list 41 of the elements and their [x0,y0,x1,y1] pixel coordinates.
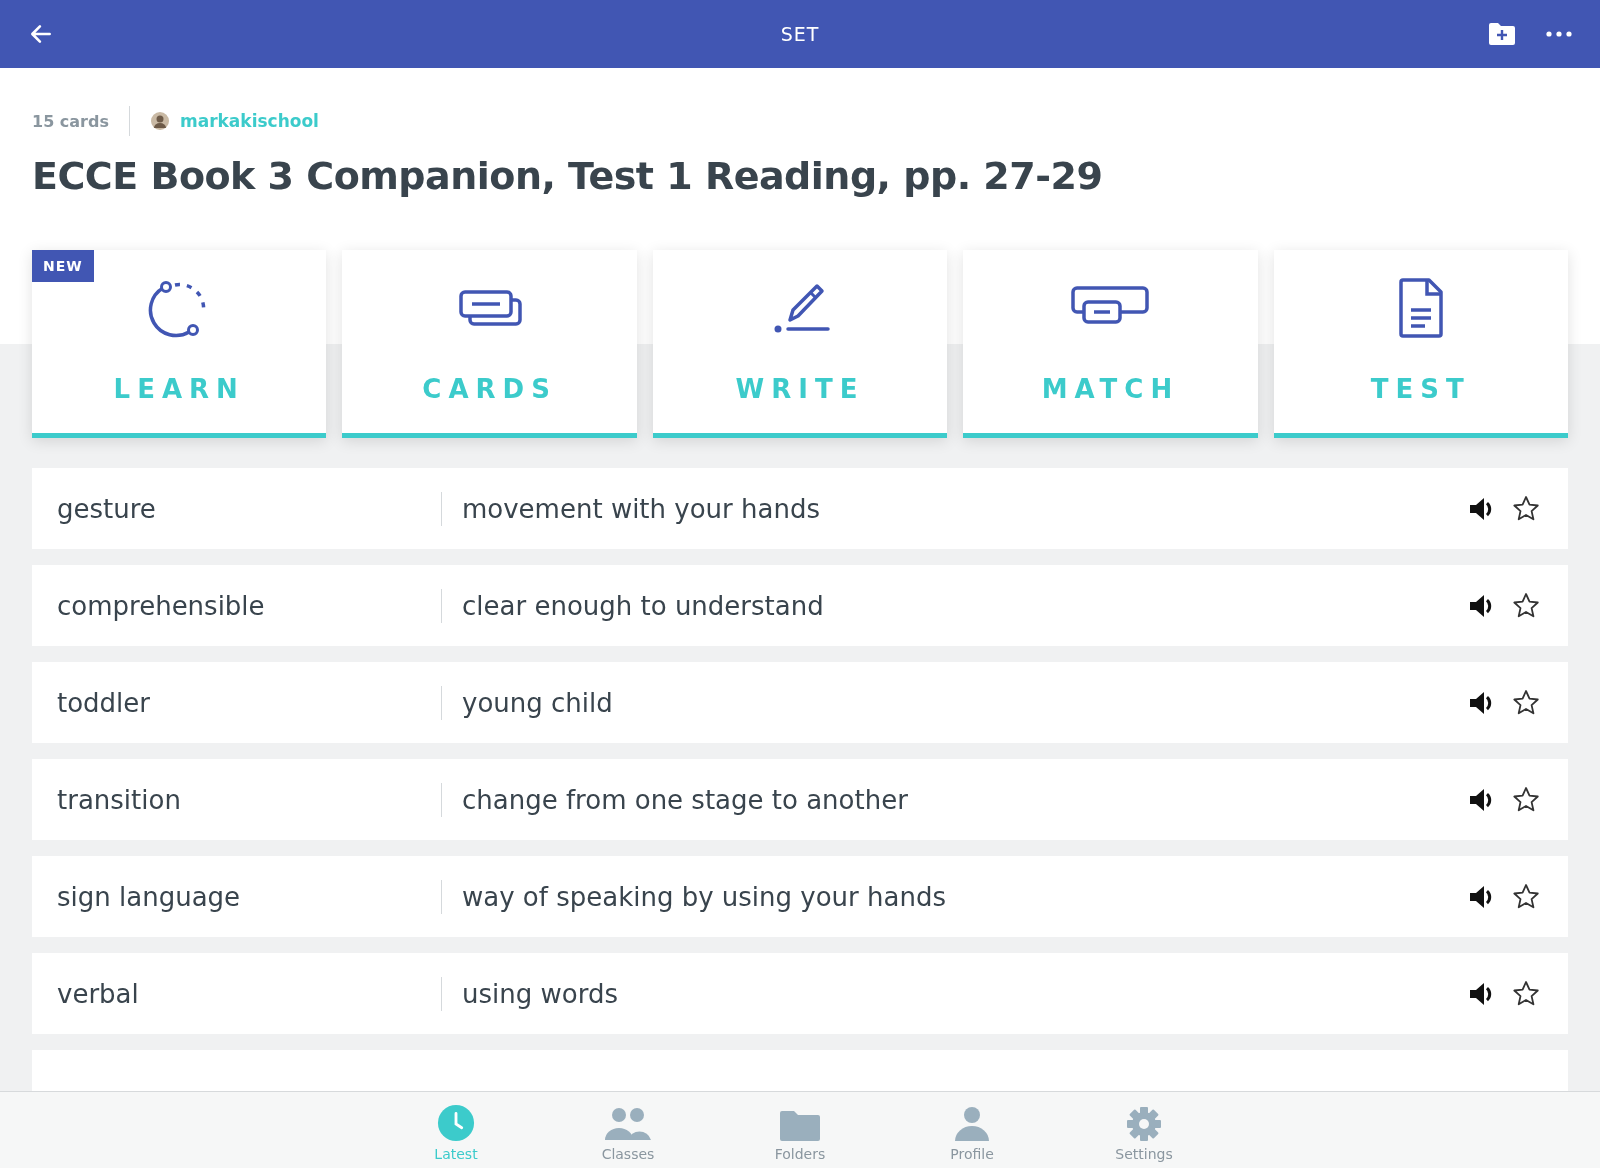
term-text: transition [32,782,442,817]
tab[interactable]: Classes [573,1092,683,1168]
term-text: toddler [32,685,442,720]
card-count: 15 cards [32,111,109,131]
definition-text: young child [461,687,614,718]
avatar-icon [150,111,170,131]
star-icon[interactable] [1512,688,1540,717]
study-mode-card[interactable]: NEW LEARN [32,250,327,438]
study-mode-card[interactable]: MATCH [963,250,1258,438]
term-text: gesture [32,491,442,526]
definition-text: change from one stage to another [461,784,909,815]
person-icon [954,1106,990,1142]
author-link[interactable]: markakischool [180,111,319,131]
definition-text: clear enough to understand [461,590,825,621]
tab[interactable]: Settings [1089,1092,1199,1168]
term-text: verbal [32,976,442,1011]
definition-text: movement with your hands [461,493,821,524]
tab[interactable]: Latest [401,1092,511,1168]
star-icon[interactable] [1512,591,1540,620]
study-mode-card[interactable]: CARDS [342,250,637,438]
star-icon[interactable] [1512,979,1540,1008]
star-icon[interactable] [1512,494,1540,523]
definition-text: using words [461,978,619,1009]
tab[interactable]: Folders [745,1092,855,1168]
set-title: ECCE Book 3 Companion, Test 1 Reading, pp. 27-29 [32,154,1104,198]
gear-icon [1126,1106,1162,1142]
term-text: comprehensible [32,588,442,623]
add-to-folder-icon[interactable] [1488,22,1516,46]
people-icon [604,1106,652,1142]
star-icon[interactable] [1512,882,1540,911]
more-icon[interactable] [1546,31,1572,37]
definition-text: way of speaking by using your hands [461,881,947,912]
study-mode-card[interactable]: TEST [1273,250,1569,438]
tab[interactable]: Profile [917,1092,1027,1168]
new-badge: NEW [32,250,94,282]
folder-icon [780,1110,820,1142]
term-text: sign language [32,879,442,914]
clock-icon [437,1104,475,1142]
study-mode-card[interactable]: WRITE [652,250,948,438]
screen-title: SET [780,23,820,45]
star-icon[interactable] [1512,785,1540,814]
